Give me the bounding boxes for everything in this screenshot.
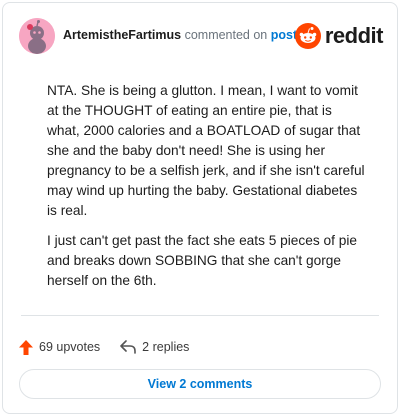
comment-paragraph: NTA. She is being a glutton. I mean, I w… [47,83,365,218]
upvote-button[interactable]: 69 upvotes [19,339,101,355]
comment-meta: ArtemistheFartimus commented on post [63,28,297,42]
divider [21,315,379,316]
reply-count: 2 replies [142,340,190,354]
comment-actions: 69 upvotes 2 replies [19,337,209,357]
post-link[interactable]: post [271,28,297,42]
view-comments-button[interactable]: View 2 comments [19,369,381,399]
action-text: commented on [184,28,268,42]
comment-paragraph: I just can't get past the fact she eats … [47,233,358,288]
reddit-logo[interactable]: reddit [294,22,384,50]
reply-arrow-icon [120,340,136,354]
upvote-count: 69 upvotes [39,340,101,354]
username[interactable]: ArtemistheFartimus [63,28,181,42]
reddit-wordmark: reddit [324,23,384,48]
comment-header: ArtemistheFartimus commented on post red… [19,18,384,54]
replies-button[interactable]: 2 replies [120,340,189,354]
comment-body: NTA. She is being a glutton. I mean, I w… [47,81,367,301]
upvote-arrow-icon [19,339,33,355]
snoo-avatar-icon[interactable] [19,18,55,54]
reddit-snoo-icon [294,23,321,49]
comment-card: ArtemistheFartimus commented on post red… [2,2,398,414]
